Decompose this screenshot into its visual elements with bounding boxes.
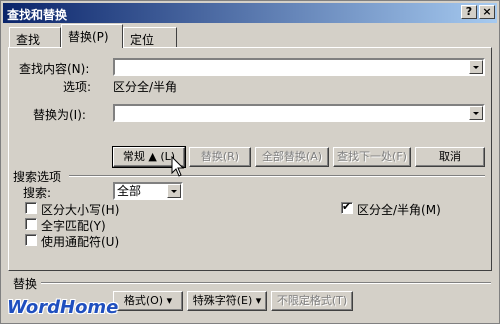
find-next-button[interactable]: 查找下一处(F) [333,147,411,167]
replace-all-button[interactable]: 全部替换(A) [255,147,329,167]
special-chars-button[interactable]: 特殊字符(E) ▾ [187,291,267,311]
width-sensitive-checkbox[interactable] [341,200,353,214]
no-formatting-button[interactable]: 不限定格式(T) [271,291,353,311]
title-bar: 查找和替换 ? × [3,3,497,23]
find-input[interactable] [113,58,485,76]
chevron-down-icon[interactable] [167,184,181,198]
replace-input[interactable] [113,104,485,122]
replace-button[interactable]: 替换(R) [189,147,251,167]
replace-label: 替换为(I): [33,108,86,122]
divider [69,175,485,177]
close-button[interactable]: × [479,5,495,19]
mouse-cursor-icon [171,156,185,177]
window-title: 查找和替换 [7,8,68,22]
tab-replace[interactable]: 替换(P) [61,24,123,48]
match-case-checkbox[interactable] [25,202,37,214]
tab-goto[interactable]: 定位(G) [123,27,177,62]
help-button[interactable]: ? [461,5,477,19]
chevron-down-icon[interactable] [469,60,483,74]
cancel-button[interactable]: 取消 [415,147,485,167]
search-direction-select[interactable]: 全部 [113,182,183,200]
chevron-down-icon[interactable] [469,106,483,120]
watermark-logo: WordHome [7,297,119,318]
find-options-prefix: 选项: [63,80,92,94]
replace-panel: 查找内容(N): 选项: 区分全/半角 替换为(I): 常规 ▲ (L) 替换(… [8,47,492,271]
wildcards-checkbox[interactable] [25,234,37,246]
width-sensitive-label: 区分全/半角(M) [357,203,441,217]
divider [41,282,491,284]
whole-word-label: 全字匹配(Y) [41,219,106,233]
find-label: 查找内容(N): [19,62,90,76]
search-options-heading: 搜索选项 [13,170,62,184]
search-label: 搜索: [23,186,52,200]
wildcards-label: 使用通配符(U) [41,235,120,249]
whole-word-checkbox[interactable] [25,218,37,230]
match-case-label: 区分大小写(H) [41,203,120,217]
find-options-value: 区分全/半角 [113,80,178,94]
find-replace-dialog: 查找和替换 ? × 查找(D) 替换(P) 定位(G) 查找内容(N): 选项:… [0,0,500,324]
format-button[interactable]: 格式(O) ▾ [113,291,183,311]
replace-section-heading: 替换 [13,277,38,291]
tab-find[interactable]: 查找(D) [9,27,61,62]
